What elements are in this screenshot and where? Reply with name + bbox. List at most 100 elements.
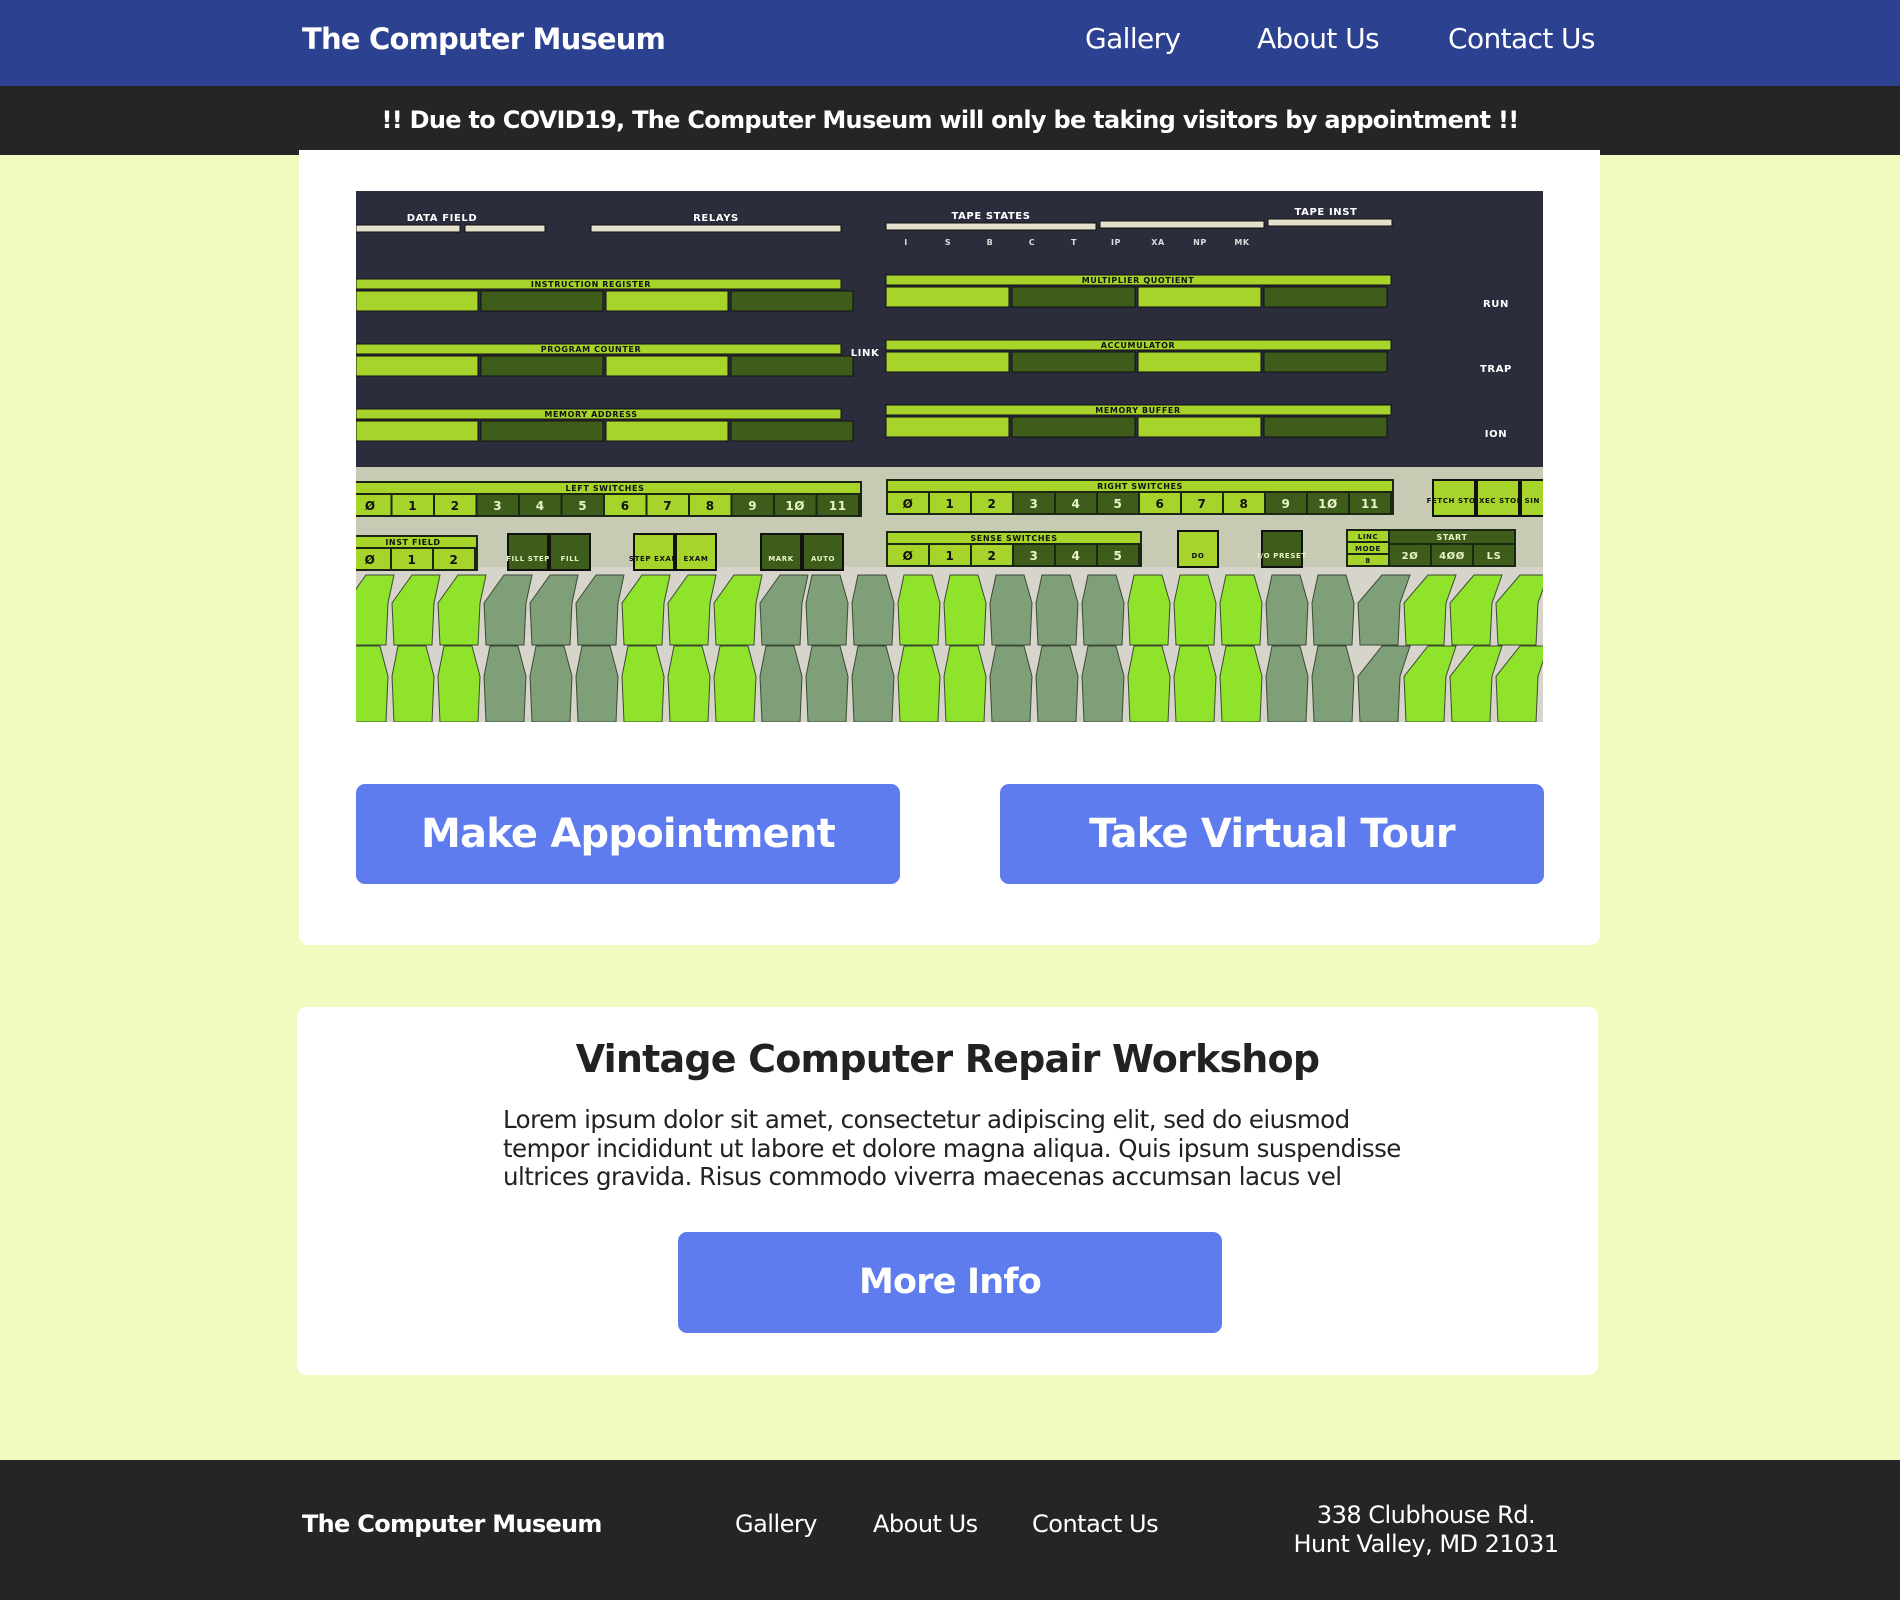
switch-key: [759, 645, 803, 722]
nav-link-about-us[interactable]: About Us: [1257, 22, 1380, 55]
switch-key: [1265, 574, 1309, 646]
status-label: ION: [1485, 429, 1507, 440]
register-lamp: [1011, 286, 1136, 308]
tape-state-letter: C: [1029, 238, 1035, 247]
switch-number: 1: [946, 549, 955, 563]
control-key: [1177, 530, 1219, 568]
register-lamp: [1137, 416, 1262, 438]
switch-number: 1Ø: [1318, 497, 1338, 511]
make-appointment-button[interactable]: Make Appointment: [356, 784, 900, 884]
switch-number: 9: [748, 499, 757, 513]
indicator-bar: [356, 224, 461, 233]
switch-number: 2: [450, 553, 459, 567]
switch-key: [1265, 645, 1309, 722]
register-lamp: [356, 355, 479, 377]
workshop-card: Vintage Computer Repair Workshop Lorem i…: [297, 1007, 1598, 1375]
site-footer: The Computer Museum Gallery About Us Con…: [0, 1460, 1900, 1600]
computer-panel-image: DATA FIELD RELAYS TAPE STATES TAPE INST I S B C…: [356, 191, 1543, 722]
tape-state-letter: B: [987, 238, 994, 247]
switch-key: [897, 645, 941, 722]
footer-link-contact-us[interactable]: Contact Us: [1032, 1510, 1159, 1538]
switch-key: [1035, 574, 1079, 646]
register-lamp: [885, 351, 1010, 373]
switch-number: 1: [946, 497, 955, 511]
switch-number: 5: [578, 499, 587, 513]
site-logo[interactable]: The Computer Museum: [302, 22, 666, 56]
covid-notice-banner: !! Due to COVID19, The Computer Museum w…: [0, 86, 1900, 155]
virtual-tour-button[interactable]: Take Virtual Tour: [1000, 784, 1544, 884]
register-lamp: [1011, 416, 1136, 438]
register-lamp: [1011, 351, 1136, 373]
register-lamp: [1263, 351, 1388, 373]
switch-key: [1081, 645, 1125, 722]
switch-number: 3: [1030, 497, 1039, 511]
switch-number: 8: [1240, 497, 1249, 511]
switch-number: 1Ø: [785, 499, 805, 513]
switch-key: [667, 645, 711, 722]
control-key: [507, 533, 549, 571]
register-lamp: [480, 290, 604, 312]
register-lamp: [480, 420, 604, 442]
switch-key: [851, 574, 895, 646]
register-lamp: [1263, 416, 1388, 438]
indicator-bar: [1267, 218, 1393, 227]
footer-link-gallery[interactable]: Gallery: [735, 1510, 817, 1538]
switch-key: [1311, 574, 1355, 646]
register-label: INSTRUCTION REGISTER: [531, 280, 651, 289]
start-key-label: 4ØØ: [1439, 550, 1465, 562]
workshop-description-line: Lorem ipsum dolor sit amet, consectetur …: [503, 1105, 1350, 1134]
register-lamp: [480, 355, 604, 377]
stop-key-label: SIN STE: [1525, 497, 1543, 505]
switch-number: 4: [536, 499, 545, 513]
tape-state-letter: S: [945, 238, 951, 247]
relays-label: RELAYS: [693, 213, 739, 224]
switch-number: Ø: [903, 497, 914, 511]
switch-number: Ø: [365, 553, 376, 567]
switch-key: [1219, 574, 1263, 646]
control-key: [549, 533, 591, 571]
switch-key: [391, 645, 435, 722]
switch-key: [483, 645, 527, 722]
register-lamp: [356, 290, 479, 312]
register-lamp: [1263, 286, 1388, 308]
switch-number: 1: [408, 553, 417, 567]
switch-number: 8: [706, 499, 715, 513]
indicator-bar: [464, 224, 546, 233]
tape-inst-label: TAPE INST: [1295, 207, 1358, 218]
workshop-title: Vintage Computer Repair Workshop: [575, 1037, 1320, 1081]
switch-number: 7: [1198, 497, 1207, 511]
tape-state-letter: I: [904, 238, 908, 247]
more-info-button[interactable]: More Info: [678, 1232, 1222, 1333]
switch-key: [356, 645, 389, 722]
switch-key: [1219, 645, 1263, 722]
workshop-description-line: tempor incididunt ut labore et dolore ma…: [503, 1133, 1401, 1163]
switch-number: 2: [988, 497, 997, 511]
nav-link-contact-us[interactable]: Contact Us: [1448, 22, 1596, 55]
switch-key: [1173, 574, 1217, 646]
footer-logo[interactable]: The Computer Museum: [302, 1510, 602, 1538]
tape-state-letter: XA: [1151, 238, 1165, 247]
switch-key: [989, 574, 1033, 646]
switch-number: 2: [988, 549, 997, 563]
control-key: [760, 533, 802, 571]
control-key: [802, 533, 844, 571]
switch-key: [713, 645, 757, 722]
start-key-label: 2Ø: [1402, 550, 1419, 562]
nav-link-gallery[interactable]: Gallery: [1085, 22, 1181, 55]
register-label: ACCUMULATOR: [1101, 341, 1176, 350]
switch-key: [897, 574, 941, 646]
register-lamp: [885, 286, 1010, 308]
switch-number: 11: [1361, 497, 1379, 511]
footer-link-about-us[interactable]: About Us: [873, 1510, 978, 1538]
register-lamp: [605, 420, 729, 442]
start-label: START: [1436, 533, 1467, 542]
control-key-label: AUTO: [811, 555, 835, 563]
switch-number: 3: [493, 499, 502, 513]
left-switches-label: LEFT SWITCHES: [566, 484, 645, 493]
status-label: RUN: [1483, 299, 1509, 310]
control-key-label: MARK: [768, 555, 794, 563]
register-label: MEMORY BUFFER: [1095, 406, 1180, 415]
register-lamp: [356, 420, 479, 442]
control-key-label: I/O PRESET: [1257, 552, 1306, 560]
switch-number: 4: [1072, 497, 1081, 511]
